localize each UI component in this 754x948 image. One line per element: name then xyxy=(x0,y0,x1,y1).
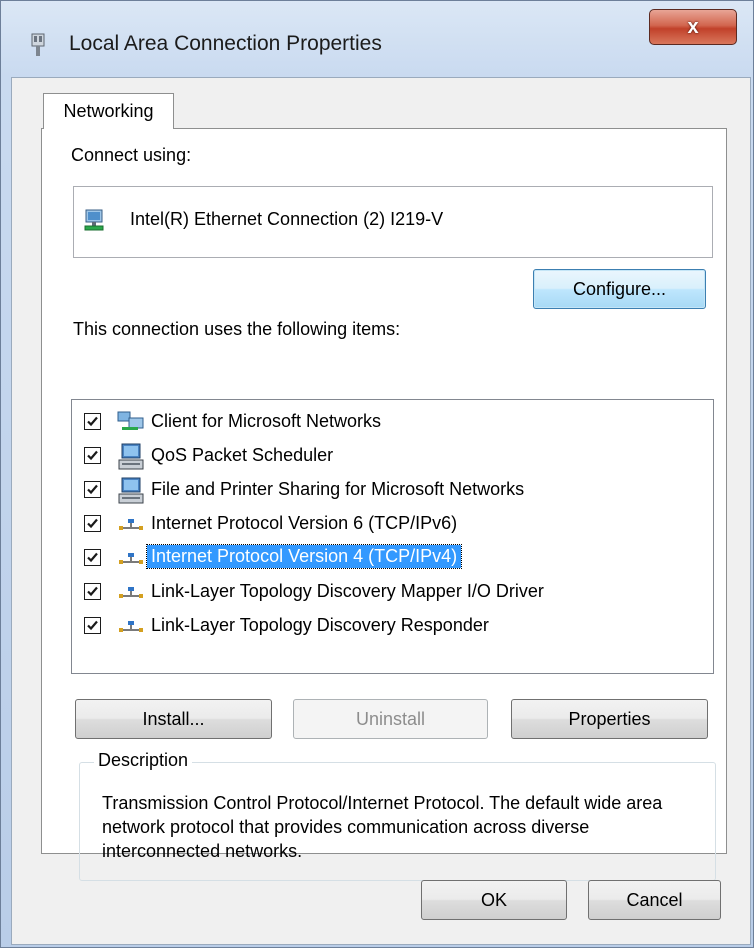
item-checkbox[interactable] xyxy=(84,413,101,430)
properties-window: Local Area Connection Properties x Netwo… xyxy=(0,0,754,948)
list-item[interactable]: File and Printer Sharing for Microsoft N… xyxy=(72,473,672,507)
service-computer-icon xyxy=(116,443,146,471)
uninstall-button-label: Uninstall xyxy=(355,708,426,729)
install-button[interactable]: Install... xyxy=(75,699,272,739)
configure-button[interactable]: Configure... xyxy=(533,269,706,309)
adapter-field: Intel(R) Ethernet Connection (2) I219-V xyxy=(73,186,713,258)
tab-networking[interactable]: Networking xyxy=(43,93,174,129)
item-checkbox[interactable] xyxy=(84,481,101,498)
item-label: Link-Layer Topology Discovery Responder xyxy=(151,615,489,635)
item-checkbox[interactable] xyxy=(84,549,101,566)
close-icon: x xyxy=(687,15,699,38)
window-title: Local Area Connection Properties xyxy=(69,32,382,55)
list-item[interactable]: QoS Packet Scheduler xyxy=(72,439,672,473)
ok-button[interactable]: OK xyxy=(421,880,567,920)
cancel-button[interactable]: Cancel xyxy=(588,880,721,920)
item-label: QoS Packet Scheduler xyxy=(151,445,334,465)
item-checkbox[interactable] xyxy=(84,583,101,600)
item-checkbox[interactable] xyxy=(84,447,101,464)
components-list[interactable]: Client for Microsoft Networks QoS Packet … xyxy=(71,399,714,674)
tab-networking-label: Networking xyxy=(63,101,154,121)
network-adapter-icon xyxy=(83,208,109,234)
networking-panel: Connect using: Intel(R) Ethernet Connect… xyxy=(41,128,727,881)
protocol-icon xyxy=(116,545,146,573)
configure-button-label: Configure... xyxy=(572,278,667,299)
item-label: Link-Layer Topology Discovery Mapper I/O… xyxy=(151,581,544,601)
list-item[interactable]: Client for Microsoft Networks xyxy=(72,405,672,439)
description-text: Transmission Control Protocol/Internet P… xyxy=(102,793,663,861)
item-checkbox[interactable] xyxy=(84,515,101,532)
connect-using-label: Connect using: xyxy=(71,145,192,165)
close-button[interactable]: x xyxy=(649,9,737,45)
properties-button-label: Properties xyxy=(568,708,651,729)
item-label: File and Printer Sharing for Microsoft N… xyxy=(151,479,525,499)
dialog-client-area: Networking Connect using: Intel(R) Ether… xyxy=(11,77,751,945)
network-adapter-icon xyxy=(29,33,47,57)
protocol-icon xyxy=(116,613,146,641)
adapter-name: Intel(R) Ethernet Connection (2) I219-V xyxy=(130,209,444,229)
description-group: Description Transmission Control Protoco… xyxy=(79,750,716,881)
item-checkbox[interactable] xyxy=(84,617,101,634)
cancel-button-label: Cancel xyxy=(626,889,683,910)
network-client-icon xyxy=(116,409,146,437)
list-item[interactable]: Internet Protocol Version 4 (TCP/IPv4) xyxy=(72,541,672,575)
item-label: Internet Protocol Version 4 (TCP/IPv4) xyxy=(145,544,463,569)
protocol-icon xyxy=(116,579,146,607)
properties-button[interactable]: Properties xyxy=(511,699,708,739)
ok-button-label: OK xyxy=(480,889,507,910)
service-computer-icon xyxy=(116,477,146,505)
list-item[interactable]: Link-Layer Topology Discovery Responder xyxy=(72,609,672,643)
list-item[interactable]: Link-Layer Topology Discovery Mapper I/O… xyxy=(72,575,672,609)
item-label: Client for Microsoft Networks xyxy=(151,411,382,431)
uninstall-button[interactable]: Uninstall xyxy=(293,699,488,739)
item-label: Internet Protocol Version 6 (TCP/IPv6) xyxy=(151,513,458,533)
title-bar[interactable]: Local Area Connection Properties x xyxy=(1,1,753,77)
items-label: This connection uses the following items… xyxy=(73,319,401,339)
list-item[interactable]: Internet Protocol Version 6 (TCP/IPv6) xyxy=(72,507,672,541)
install-button-label: Install... xyxy=(142,708,205,729)
description-legend: Description xyxy=(94,750,193,771)
protocol-icon xyxy=(116,511,146,539)
